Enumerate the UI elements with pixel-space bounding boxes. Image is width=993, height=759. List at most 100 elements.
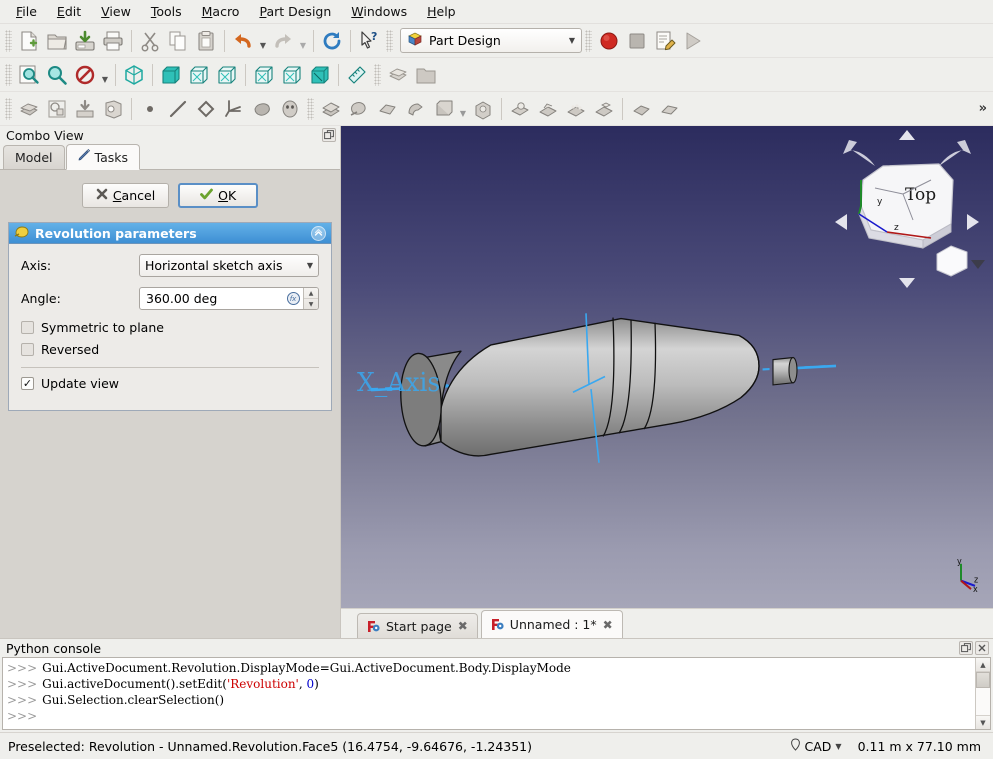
macro-record-icon[interactable] — [595, 27, 623, 55]
menu-item-view[interactable]: View — [91, 1, 141, 22]
local-coordinate-icon[interactable] — [220, 95, 248, 123]
float-panel-icon[interactable] — [322, 128, 336, 142]
symmetric-to-plane-row[interactable]: Symmetric to plane — [21, 320, 319, 335]
create-body-icon[interactable] — [15, 95, 43, 123]
scroll-up-arrow-icon[interactable]: ▲ — [976, 658, 990, 672]
subtractive-hole-icon[interactable] — [534, 95, 562, 123]
bottom-view-icon[interactable] — [278, 61, 306, 89]
menu-item-part-design[interactable]: Part Design — [249, 1, 341, 22]
new-document-icon[interactable] — [15, 27, 43, 55]
3d-viewport[interactable]: X_Axis y z x Top y z — [341, 126, 993, 608]
angle-spinbox[interactable]: 360.00 deg fx ▲ ▼ — [139, 287, 319, 310]
menu-item-help[interactable]: Help — [417, 1, 466, 22]
scrollbar-thumb[interactable] — [976, 672, 990, 688]
close-icon[interactable]: ✖ — [458, 619, 468, 633]
pad-icon[interactable] — [317, 95, 345, 123]
update-view-row[interactable]: ✓ Update view — [21, 376, 319, 391]
macro-edit-icon[interactable] — [651, 27, 679, 55]
close-panel-icon[interactable] — [975, 641, 989, 655]
chevron-up-icon[interactable] — [311, 225, 326, 241]
right-view-icon[interactable] — [213, 61, 241, 89]
document-tab-start-page[interactable]: Start page ✖ — [357, 613, 478, 638]
additive-helix-icon[interactable] — [429, 95, 457, 123]
line-icon[interactable] — [164, 95, 192, 123]
plane-icon[interactable] — [192, 95, 220, 123]
macro-stop-icon[interactable] — [623, 27, 651, 55]
fillet-icon[interactable] — [627, 95, 655, 123]
point-icon[interactable] — [136, 95, 164, 123]
toolbar-drag-handle[interactable] — [307, 97, 314, 120]
symmetric-to-plane-checkbox[interactable] — [21, 321, 34, 334]
additive-box-icon[interactable] — [469, 95, 497, 123]
clone-icon[interactable] — [276, 95, 304, 123]
python-console-body[interactable]: >>> Gui.ActiveDocument.Revolution.Display… — [2, 657, 991, 730]
save-icon[interactable] — [71, 27, 99, 55]
workbench-part-icon[interactable] — [384, 61, 412, 89]
scroll-down-arrow-icon[interactable]: ▼ — [976, 715, 990, 729]
zoom-icon[interactable] — [43, 61, 71, 89]
refresh-icon[interactable] — [318, 27, 346, 55]
additive-dropdown-caret-icon[interactable]: ▼ — [457, 95, 469, 123]
macro-execute-icon[interactable] — [679, 27, 707, 55]
left-view-icon[interactable] — [306, 61, 334, 89]
navigation-cube[interactable]: Top y z — [827, 128, 987, 293]
toolbar-drag-handle[interactable] — [5, 29, 12, 52]
close-icon[interactable]: ✖ — [603, 618, 613, 632]
toolbar-drag-handle[interactable] — [386, 29, 393, 52]
update-view-checkbox[interactable]: ✓ — [21, 377, 34, 390]
undo-dropdown-caret-icon[interactable]: ▼ — [257, 27, 269, 55]
axonometric-view-icon[interactable] — [120, 61, 148, 89]
copy-icon[interactable] — [164, 27, 192, 55]
folder-icon[interactable] — [412, 61, 440, 89]
measure-icon[interactable] — [343, 61, 371, 89]
revolution-icon[interactable] — [345, 95, 373, 123]
toolbar-drag-handle[interactable] — [585, 29, 592, 52]
toolbar-drag-handle[interactable] — [5, 63, 12, 86]
workbench-selector[interactable]: Part Design ▼ — [400, 28, 582, 53]
fit-all-icon[interactable] — [15, 61, 43, 89]
top-view-icon[interactable] — [185, 61, 213, 89]
toolbar-overflow-button[interactable]: » — [973, 101, 993, 116]
menu-item-edit[interactable]: Edit — [47, 1, 91, 22]
attach-sketch-icon[interactable] — [71, 95, 99, 123]
python-console-output[interactable]: >>> Gui.ActiveDocument.Revolution.Display… — [3, 658, 975, 729]
whats-this-icon[interactable]: ? — [355, 27, 383, 55]
tab-tasks[interactable]: Tasks — [65, 144, 141, 170]
reversed-checkbox[interactable] — [21, 343, 34, 356]
undo-icon[interactable] — [229, 27, 257, 55]
subtractive-pocket-icon[interactable] — [506, 95, 534, 123]
chevron-down-icon[interactable]: ▼ — [835, 742, 841, 751]
print-icon[interactable] — [99, 27, 127, 55]
menu-item-tools[interactable]: Tools — [141, 1, 192, 22]
expression-icon[interactable]: fx — [283, 288, 303, 309]
chamfer-icon[interactable] — [655, 95, 683, 123]
document-tab-unnamed[interactable]: Unnamed : 1* ✖ — [480, 610, 623, 638]
toolbar-drag-handle[interactable] — [5, 97, 12, 120]
cancel-button[interactable]: Cancel — [81, 183, 170, 208]
float-panel-icon[interactable] — [959, 641, 973, 655]
subtractive-loft-icon[interactable] — [590, 95, 618, 123]
reversed-row[interactable]: Reversed — [21, 342, 319, 357]
subtractive-groove-icon[interactable] — [562, 95, 590, 123]
menu-item-windows[interactable]: Windows — [341, 1, 417, 22]
create-sketch-icon[interactable] — [43, 95, 71, 123]
angle-input[interactable]: 360.00 deg — [140, 288, 283, 309]
angle-stepper[interactable]: ▲ ▼ — [303, 288, 318, 309]
console-input-line[interactable]: >>> — [7, 708, 975, 724]
redo-icon[interactable] — [269, 27, 297, 55]
view-sketch-icon[interactable] — [99, 95, 127, 123]
ok-button[interactable]: OK — [178, 183, 259, 208]
draw-style-icon[interactable] — [71, 61, 99, 89]
open-folder-icon[interactable] — [43, 27, 71, 55]
scrollbar-track[interactable] — [976, 672, 990, 715]
stepper-down-icon[interactable]: ▼ — [304, 299, 318, 309]
chevron-down-icon[interactable]: ▼ — [569, 36, 575, 45]
rear-view-icon[interactable] — [250, 61, 278, 89]
additive-loft-icon[interactable] — [373, 95, 401, 123]
cut-icon[interactable] — [136, 27, 164, 55]
tab-model[interactable]: Model — [3, 145, 65, 169]
toolbar-drag-handle[interactable] — [374, 63, 381, 86]
console-scrollbar[interactable]: ▲ ▼ — [975, 658, 990, 729]
additive-pipe-icon[interactable] — [401, 95, 429, 123]
draw-style-caret-icon[interactable]: ▼ — [99, 61, 111, 89]
